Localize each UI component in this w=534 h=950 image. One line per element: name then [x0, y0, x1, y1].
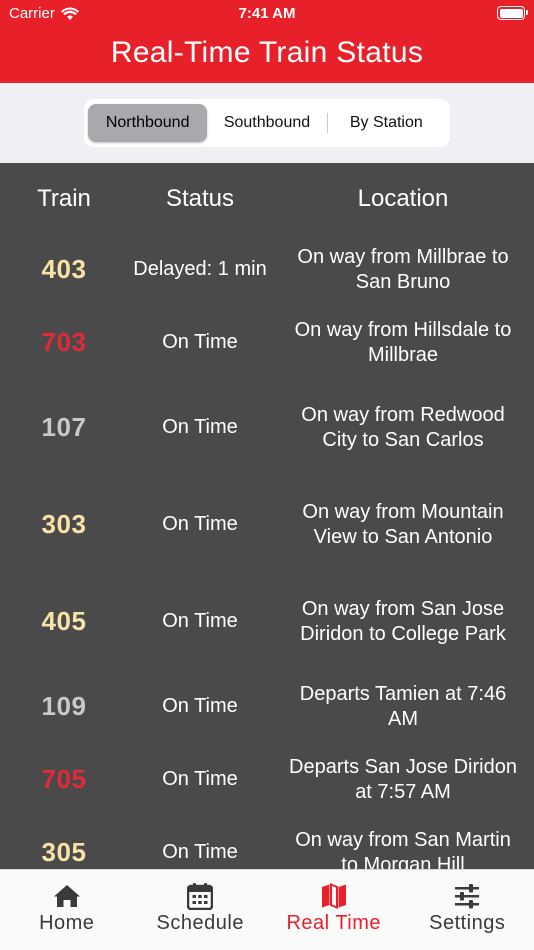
table-row[interactable]: 403 Delayed: 1 min On way from Millbrae … [0, 233, 534, 306]
train-number: 703 [41, 327, 87, 357]
table-row[interactable]: 109 On Time Departs Tamien at 7:46 AM [0, 670, 534, 743]
table-row[interactable]: 305 On Time On way from San Martin to Mo… [0, 816, 534, 869]
calendar-icon [187, 882, 214, 910]
train-status: On Time [162, 695, 238, 717]
train-number: 109 [41, 691, 87, 721]
status-bar: Carrier 7:41 AM [0, 0, 534, 28]
train-location: On way from Hillsdale to Millbrae [294, 319, 512, 366]
app-header: Carrier 7:41 AM Real-Time Train Status [0, 0, 534, 83]
table-row[interactable]: 107 On Time On way from Redwood City to … [0, 379, 534, 476]
train-number: 403 [41, 254, 87, 284]
table-row[interactable]: 705 On Time Departs San Jose Diridon at … [0, 743, 534, 816]
train-number: 305 [41, 837, 87, 867]
train-status: On Time [162, 610, 238, 632]
train-number: 303 [41, 509, 87, 539]
header-location: Location [357, 185, 449, 212]
table-header: Train Status Location [0, 185, 534, 229]
train-location: On way from San Martin to Morgan Hill [295, 829, 511, 869]
train-list[interactable]: 403 Delayed: 1 min On way from Millbrae … [0, 233, 534, 869]
train-status: On Time [162, 513, 238, 535]
train-status: On Time [162, 768, 238, 790]
train-number: 405 [41, 606, 87, 636]
train-status: On Time [162, 416, 238, 438]
tab-label: Settings [429, 912, 506, 934]
train-status: On Time [162, 841, 238, 863]
train-location: On way from Mountain View to San Antonio [302, 501, 504, 548]
train-location: On way from Redwood City to San Carlos [301, 404, 505, 451]
clock: 7:41 AM [238, 5, 296, 22]
header-status: Status [165, 185, 235, 212]
train-location: On way from Millbrae to San Bruno [297, 246, 509, 293]
table-row[interactable]: 703 On Time On way from Hillsdale to Mil… [0, 306, 534, 379]
battery-icon [497, 6, 528, 20]
sliders-icon [454, 882, 480, 910]
tab-label: Home [39, 912, 95, 934]
train-status: On Time [162, 331, 238, 353]
direction-filter-area: Northbound Southbound By Station [0, 83, 534, 163]
tab-settings[interactable]: Settings [401, 870, 534, 950]
tab-bar: Home Schedule Real Time Settings [0, 869, 534, 950]
tab-home[interactable]: Home [0, 870, 134, 950]
table-row[interactable]: 405 On Time On way from San Jose Diridon… [0, 573, 534, 670]
segment-southbound[interactable]: Southbound [207, 104, 326, 142]
map-icon [321, 882, 347, 910]
train-location: Departs Tamien at 7:46 AM [299, 683, 507, 730]
direction-segmented-control: Northbound Southbound By Station [84, 99, 450, 147]
segment-by-station[interactable]: By Station [326, 104, 446, 142]
tab-label: Real Time [286, 912, 382, 934]
header-train: Train [37, 185, 91, 212]
table-row[interactable]: 303 On Time On way from Mountain View to… [0, 476, 534, 573]
segment-northbound[interactable]: Northbound [88, 104, 208, 142]
tab-real-time[interactable]: Real Time [267, 870, 401, 950]
train-status: Delayed: 1 min [133, 258, 267, 280]
train-number: 107 [41, 412, 87, 442]
house-icon [53, 882, 81, 910]
train-location: Departs San Jose Diridon at 7:57 AM [289, 756, 517, 803]
tab-label: Schedule [156, 912, 244, 934]
page-title: Real-Time Train Status [110, 36, 424, 69]
tab-schedule[interactable]: Schedule [134, 870, 268, 950]
train-location: On way from San Jose Diridon to College … [300, 598, 506, 645]
train-number: 705 [41, 764, 87, 794]
